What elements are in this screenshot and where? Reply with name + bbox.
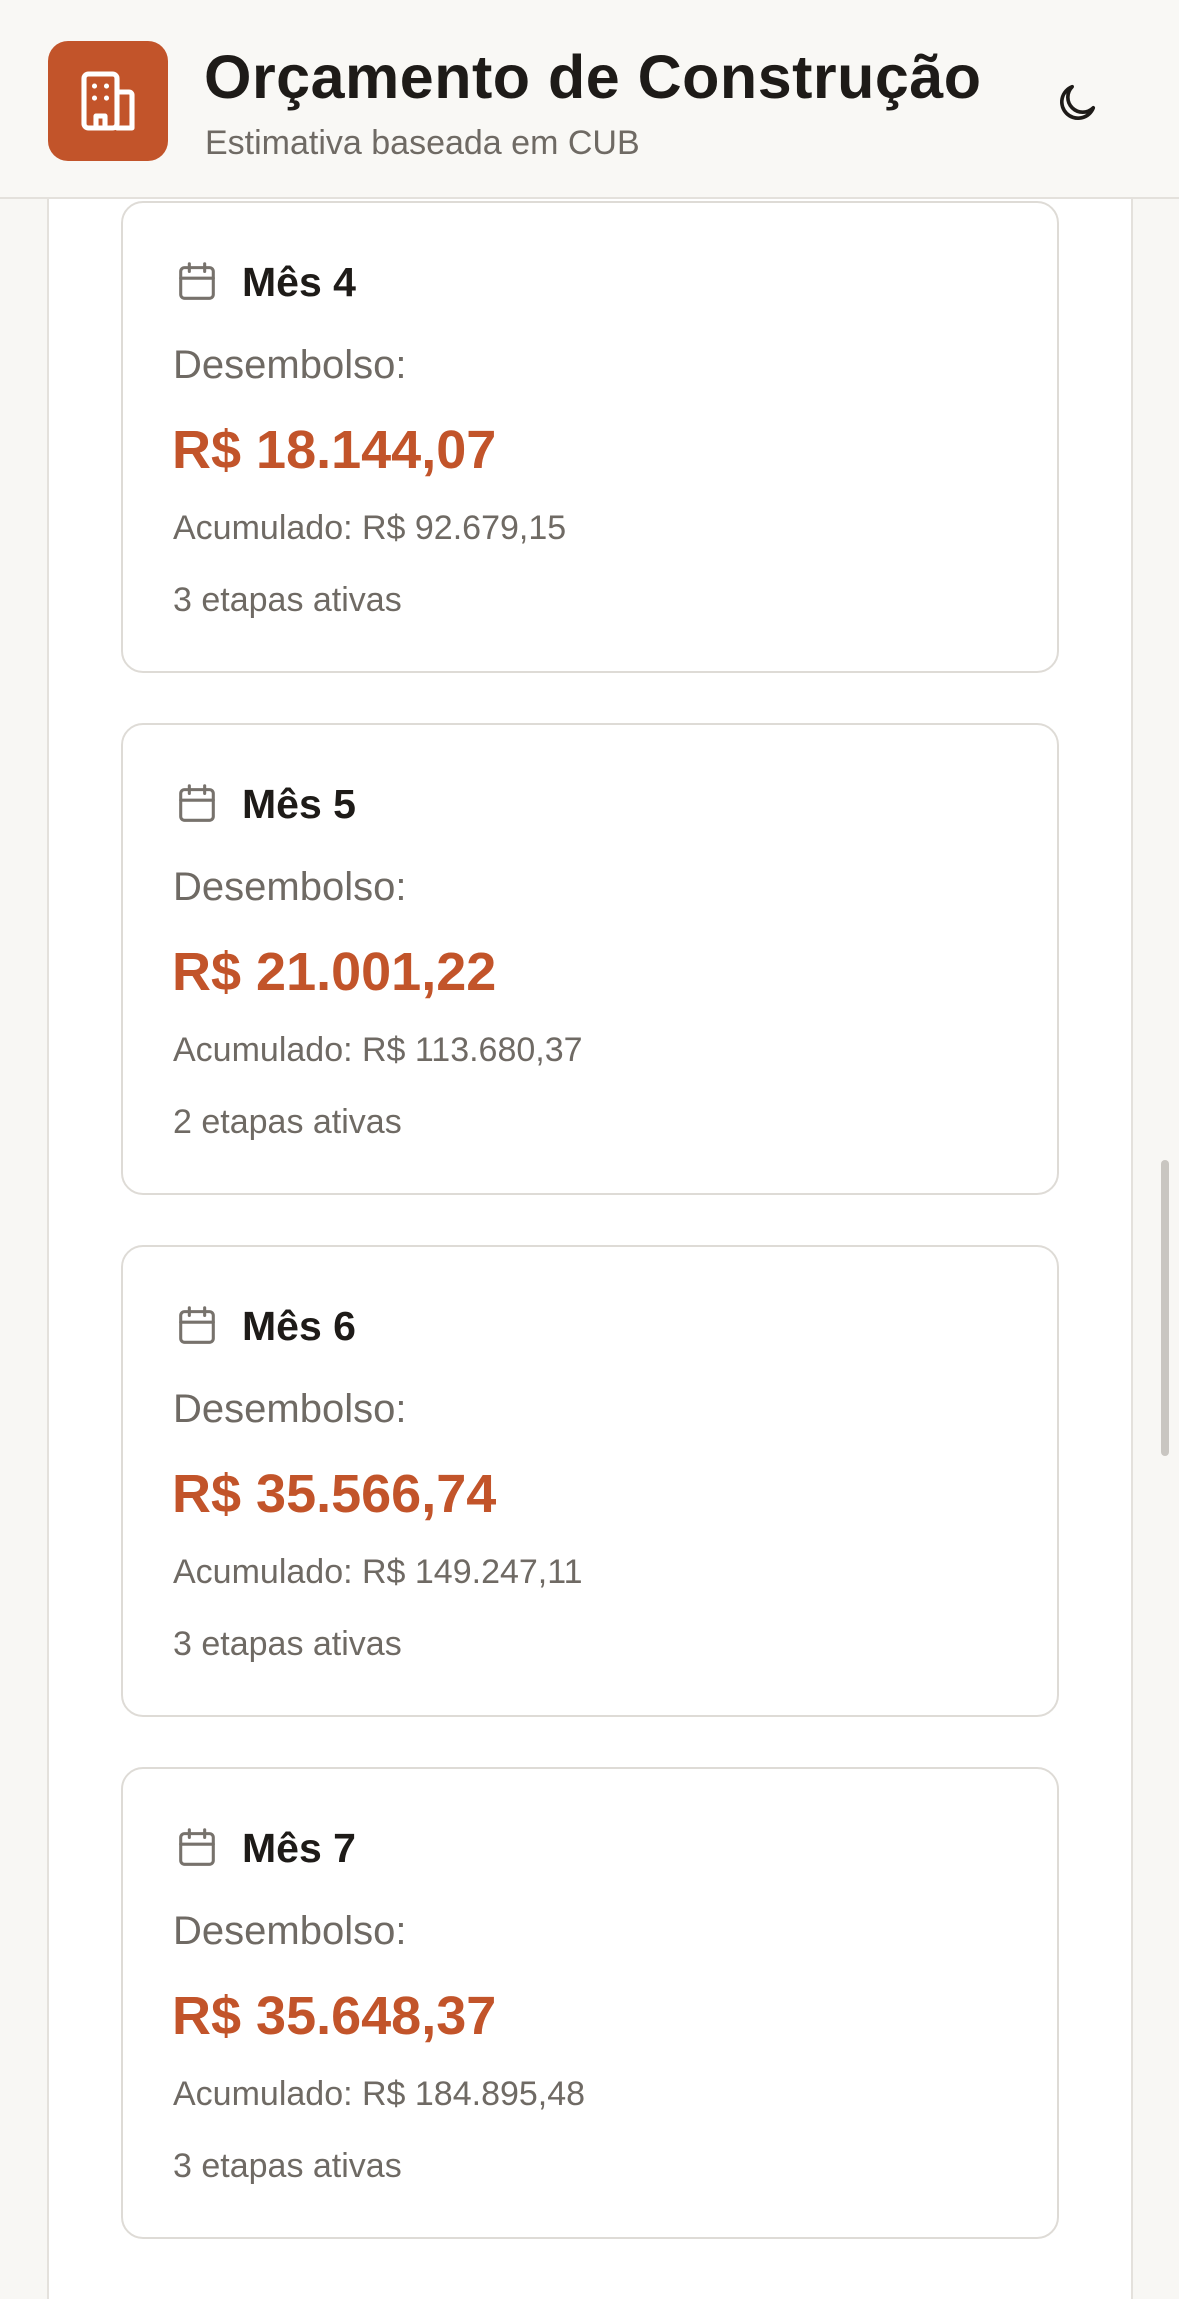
month-card-header: Mês 6	[174, 1301, 356, 1351]
calendar-icon	[179, 784, 215, 822]
disbursement-label: Desembolso:	[173, 865, 407, 909]
page-scrollbar[interactable]	[1161, 1160, 1169, 1456]
month-card: Mês 6 Desembolso: R$ 35.566,74 Acumulado…	[121, 1245, 1059, 1717]
active-stages: 3 etapas ativas	[173, 581, 402, 619]
active-stages: 2 etapas ativas	[173, 1103, 402, 1141]
calendar-icon	[179, 262, 215, 300]
accumulated-value: Acumulado: R$ 184.895,48	[173, 2075, 586, 2113]
moon-icon	[1059, 84, 1096, 121]
active-stages: 3 etapas ativas	[173, 1625, 402, 1663]
disbursement-value: R$ 35.566,74	[172, 1464, 497, 1524]
month-card: Mês 7 Desembolso: R$ 35.648,37 Acumulado…	[121, 1767, 1059, 2239]
month-label: Mês 6	[242, 1302, 356, 1349]
theme-toggle-button[interactable]	[1050, 76, 1104, 130]
disbursement-value: R$ 35.648,37	[172, 1986, 497, 2046]
app-header: Orçamento de Construção Estimativa basea…	[0, 0, 1179, 199]
disbursement-label: Desembolso:	[173, 343, 407, 387]
accumulated-value: Acumulado: R$ 113.680,37	[173, 1031, 583, 1069]
accumulated-value: Acumulado: R$ 92.679,15	[173, 509, 567, 547]
disbursement-label: Desembolso:	[173, 1909, 407, 1953]
page-subtitle: Estimativa baseada em CUB	[205, 124, 640, 162]
month-card-header: Mês 5	[174, 779, 356, 829]
disbursement-value: R$ 18.144,07	[172, 420, 497, 480]
calendar-icon	[179, 1306, 215, 1344]
month-label: Mês 7	[242, 1824, 356, 1871]
month-card-header: Mês 4	[174, 257, 356, 307]
disbursement-label: Desembolso:	[173, 1387, 407, 1431]
month-label: Mês 4	[242, 258, 356, 305]
month-label: Mês 5	[242, 780, 356, 827]
page-title: Orçamento de Construção	[204, 43, 982, 111]
calendar-icon	[179, 1828, 215, 1866]
disbursement-value: R$ 21.001,22	[172, 942, 497, 1002]
active-stages: 3 etapas ativas	[173, 2147, 402, 2185]
accumulated-value: Acumulado: R$ 149.247,11	[173, 1553, 583, 1591]
month-card: Mês 5 Desembolso: R$ 21.001,22 Acumulado…	[121, 723, 1059, 1195]
month-card: Mês 4 Desembolso: R$ 18.144,07 Acumulado…	[121, 201, 1059, 673]
app-logo	[48, 41, 168, 161]
building-icon	[81, 71, 135, 131]
month-card-header: Mês 7	[174, 1823, 356, 1873]
